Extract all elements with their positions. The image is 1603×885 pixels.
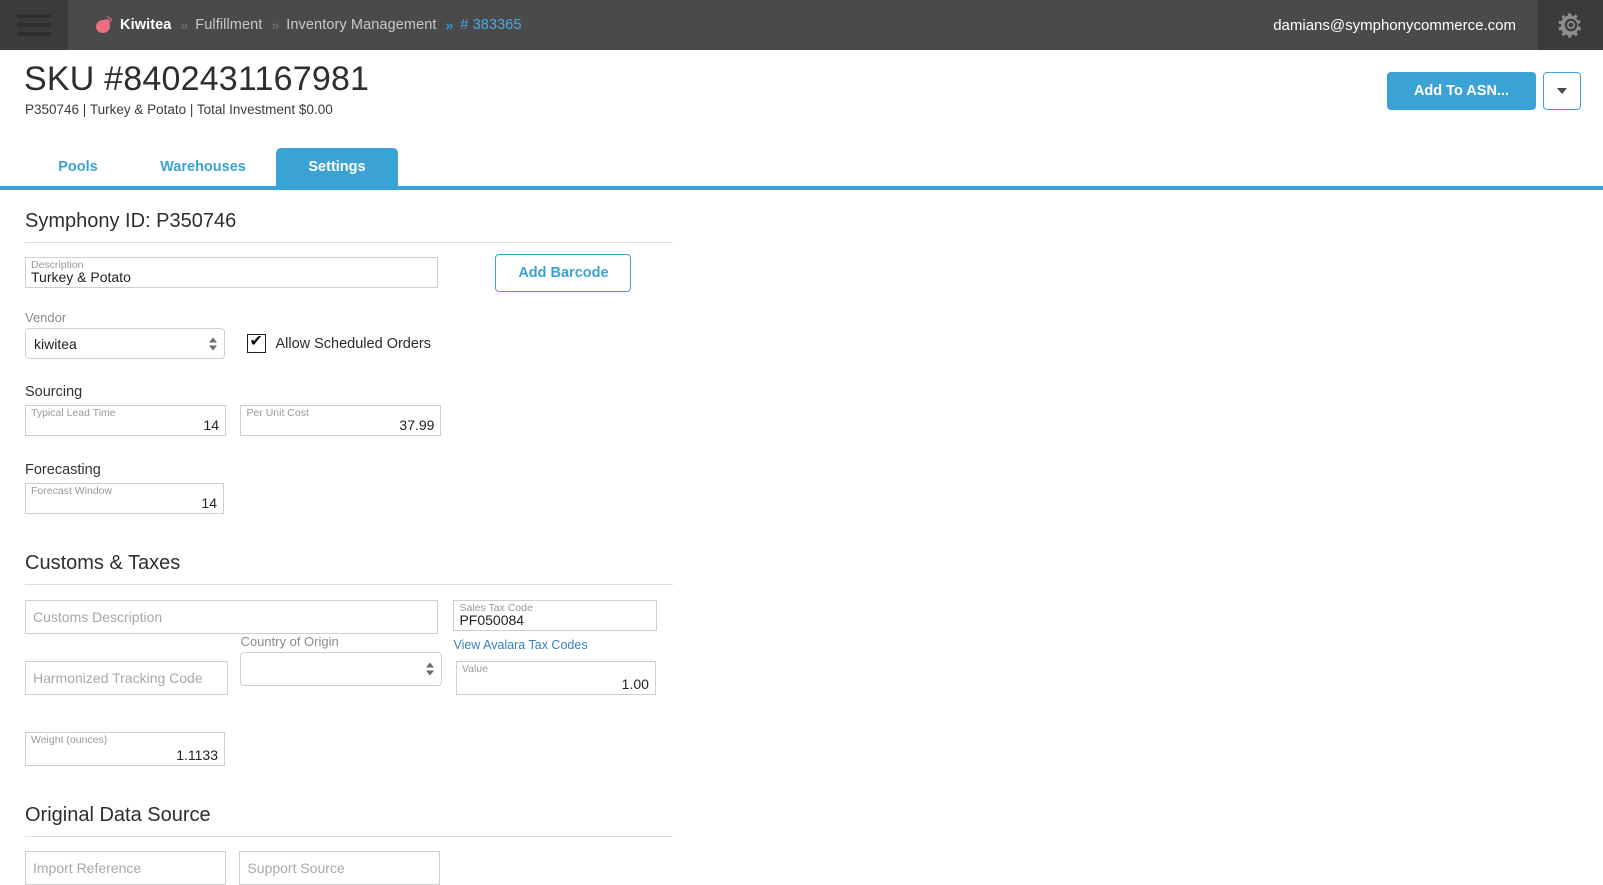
view-avalara-tax-codes-link[interactable]: View Avalara Tax Codes <box>453 638 587 652</box>
breadcrumb-item-fulfillment[interactable]: Fulfillment <box>195 17 262 33</box>
gear-icon <box>1558 13 1581 38</box>
per-unit-cost-input[interactable]: Per Unit Cost 37.99 <box>240 405 442 436</box>
top-navigation-bar: Kiwitea » Fulfillment » Inventory Manage… <box>0 0 1603 50</box>
breadcrumb-item-inventory-management[interactable]: Inventory Management <box>286 17 436 33</box>
import-reference-placeholder: Import Reference <box>33 860 142 876</box>
menu-toggle-button[interactable] <box>0 0 68 50</box>
country-of-origin-select[interactable] <box>240 652 443 686</box>
breadcrumb-chevron-icon: » <box>180 17 188 33</box>
breadcrumb: Kiwitea » Fulfillment » Inventory Manage… <box>68 0 1251 50</box>
page-title: SKU #8402431167981 <box>24 60 370 98</box>
harmonized-tracking-code-input[interactable]: Harmonized Tracking Code <box>25 661 228 695</box>
forecasting-heading: Forecasting <box>25 462 101 478</box>
vendor-select[interactable]: kiwitea <box>25 328 225 359</box>
tab-pools[interactable]: Pools <box>33 148 123 186</box>
weight-ounces-value: 1.1133 <box>176 747 218 763</box>
description-input[interactable]: Description Turkey & Potato <box>25 257 438 288</box>
customs-value-value: 1.00 <box>621 676 649 692</box>
settings-button[interactable] <box>1538 0 1603 50</box>
weight-ounces-label: Weight (ounces) <box>31 734 108 746</box>
vendor-label: Vendor <box>25 310 67 325</box>
import-reference-input[interactable]: Import Reference <box>25 851 226 885</box>
country-of-origin-select-wrapper[interactable] <box>240 652 443 686</box>
page-header: SKU #8402431167981 P350746 | Turkey & Po… <box>0 50 1603 146</box>
settings-panel: Symphony ID: P350746 Description Turkey … <box>0 192 1603 885</box>
per-unit-cost-value: 37.99 <box>399 417 435 433</box>
forecast-window-value: 14 <box>201 495 217 511</box>
vendor-select-wrapper[interactable]: kiwitea <box>25 328 225 359</box>
kiwi-leaf-logo-icon <box>95 15 113 34</box>
symphony-id-heading: Symphony ID: P350746 <box>25 210 673 243</box>
weight-ounces-input[interactable]: Weight (ounces) 1.1133 <box>25 732 225 766</box>
tab-bar: Pools Warehouses Settings <box>0 148 1603 190</box>
add-to-asn-button[interactable]: Add To ASN... <box>1386 72 1536 110</box>
sourcing-heading: Sourcing <box>25 384 83 400</box>
customs-description-placeholder: Customs Description <box>33 609 163 625</box>
breadcrumb-item-kiwitea[interactable]: Kiwitea <box>120 17 171 33</box>
typical-lead-time-value: 14 <box>203 417 219 433</box>
customs-taxes-heading: Customs & Taxes <box>25 552 673 585</box>
support-source-input[interactable]: Support Source <box>239 851 441 885</box>
allow-scheduled-orders-group[interactable]: Allow Scheduled Orders <box>247 332 432 353</box>
original-data-source-heading: Original Data Source <box>25 804 673 837</box>
page-actions: Add To ASN... <box>1386 72 1581 110</box>
forecast-window-input[interactable]: Forecast Window 14 <box>25 483 224 514</box>
allow-scheduled-orders-label: Allow Scheduled Orders <box>275 335 432 352</box>
typical-lead-time-input[interactable]: Typical Lead Time 14 <box>25 405 226 436</box>
chevron-down-icon <box>1557 88 1567 94</box>
allow-scheduled-orders-checkbox[interactable] <box>247 332 267 353</box>
page-subtitle: P350746 | Turkey & Potato | Total Invest… <box>25 102 333 117</box>
support-source-placeholder: Support Source <box>247 860 345 876</box>
tab-warehouses[interactable]: Warehouses <box>148 148 258 186</box>
customs-value-input[interactable]: Value 1.00 <box>455 661 656 695</box>
breadcrumb-chevron-icon: » <box>271 17 279 33</box>
hamburger-icon <box>17 9 51 41</box>
breadcrumb-chevron-icon: » <box>445 17 454 33</box>
breadcrumb-item-record-id[interactable]: # 383365 <box>460 17 521 33</box>
tab-settings[interactable]: Settings <box>276 148 398 186</box>
country-of-origin-label: Country of Origin <box>240 634 339 649</box>
description-value: Turkey & Potato <box>31 269 131 285</box>
sales-tax-code-input[interactable]: Sales Tax Code PF050084 <box>453 600 658 631</box>
add-to-asn-dropdown-button[interactable] <box>1543 72 1581 110</box>
customs-value-label: Value <box>461 663 488 675</box>
customs-description-input[interactable]: Customs Description <box>25 600 438 634</box>
sales-tax-code-value: PF050084 <box>459 612 525 628</box>
add-barcode-button[interactable]: Add Barcode <box>495 254 632 292</box>
harmonized-tracking-code-placeholder: Harmonized Tracking Code <box>33 670 203 686</box>
user-email-label[interactable]: damians@symphonycommerce.com <box>1251 0 1538 50</box>
